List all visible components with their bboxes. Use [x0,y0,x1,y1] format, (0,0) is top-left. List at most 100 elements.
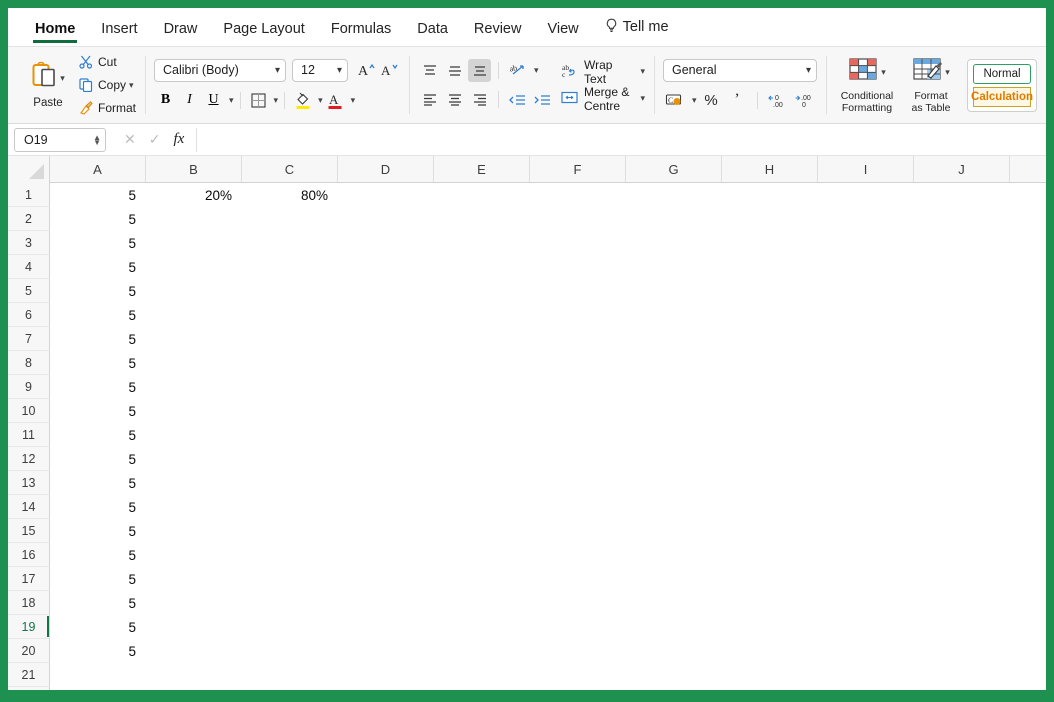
shrink-font-icon[interactable]: A [377,59,400,82]
cell-A4[interactable]: 5 [50,255,146,279]
row-header-2[interactable]: 2 [8,207,50,231]
cell-style-normal[interactable]: Normal [973,63,1031,84]
cell-H9[interactable] [722,375,818,399]
cell-A8[interactable]: 5 [50,351,146,375]
cell-H20[interactable] [722,639,818,663]
cell-H4[interactable] [722,255,818,279]
cell-F9[interactable] [530,375,626,399]
row-header-13[interactable]: 13 [8,471,50,495]
cell-E9[interactable] [434,375,530,399]
align-center-icon[interactable] [443,88,466,111]
cell-C12[interactable] [242,447,338,471]
cell-F12[interactable] [530,447,626,471]
underline-button[interactable]: U [202,89,225,112]
cell-E18[interactable] [434,591,530,615]
align-top-icon[interactable] [418,59,441,82]
cell-H13[interactable] [722,471,818,495]
cell-E7[interactable] [434,327,530,351]
cell-B13[interactable] [146,471,242,495]
cell-D1[interactable] [338,183,434,207]
cell-I13[interactable] [818,471,914,495]
column-header-D[interactable]: D [338,156,434,182]
row-header-12[interactable]: 12 [8,447,50,471]
row-header-4[interactable]: 4 [8,255,50,279]
merge-centre-button[interactable]: Merge & Centre ▾ [560,85,645,113]
row-header-20[interactable]: 20 [8,639,50,663]
cell-C6[interactable] [242,303,338,327]
fill-color-dropdown-caret-icon[interactable]: ▾ [318,95,323,106]
cell-G18[interactable] [626,591,722,615]
name-box[interactable]: O19 ▲ ▼ [14,127,106,152]
cell-G16[interactable] [626,543,722,567]
cell-C21[interactable] [242,663,338,687]
column-header-G[interactable]: G [626,156,722,182]
cell-D19[interactable] [338,615,434,639]
cell-C17[interactable] [242,567,338,591]
borders-icon[interactable] [247,89,270,112]
cell-I3[interactable] [818,231,914,255]
cell-J18[interactable] [914,591,1010,615]
cell-H8[interactable] [722,351,818,375]
cell-F1[interactable] [530,183,626,207]
cell-D12[interactable] [338,447,434,471]
cell-F5[interactable] [530,279,626,303]
cell-J20[interactable] [914,639,1010,663]
cell-B12[interactable] [146,447,242,471]
cell-A17[interactable]: 5 [50,567,146,591]
cell-C2[interactable] [242,207,338,231]
cell-D10[interactable] [338,399,434,423]
cell-C4[interactable] [242,255,338,279]
cell-A22[interactable] [50,687,146,690]
font-color-icon[interactable]: A [324,89,347,112]
cell-I2[interactable] [818,207,914,231]
cell-G8[interactable] [626,351,722,375]
cell-F22[interactable] [530,687,626,690]
cell-B18[interactable] [146,591,242,615]
ribbon-tab-formulas[interactable]: Formulas [318,21,404,46]
cell-A19[interactable]: 5 [50,615,146,639]
cell-A3[interactable]: 5 [50,231,146,255]
cell-A21[interactable] [50,663,146,687]
cell-G19[interactable] [626,615,722,639]
paste-dropdown-caret-icon[interactable]: ▾ [60,73,65,84]
cell-E2[interactable] [434,207,530,231]
font-color-dropdown-caret-icon[interactable]: ▾ [351,95,356,106]
cell-B1[interactable]: 20% [146,183,242,207]
row-header-8[interactable]: 8 [8,351,50,375]
cell-E13[interactable] [434,471,530,495]
wrap-text-button[interactable]: ab c Wrap Text ▾ [560,58,645,86]
cell-E6[interactable] [434,303,530,327]
cell-C10[interactable] [242,399,338,423]
fill-color-icon[interactable] [291,89,314,112]
confirm-check-icon[interactable]: ✓ [149,131,161,148]
cell-H3[interactable] [722,231,818,255]
cell-E17[interactable] [434,567,530,591]
cell-J13[interactable] [914,471,1010,495]
format-painter-button[interactable]: Format [76,98,136,119]
cell-I15[interactable] [818,519,914,543]
cell-G15[interactable] [626,519,722,543]
cell-E14[interactable] [434,495,530,519]
cell-G5[interactable] [626,279,722,303]
ribbon-tab-insert[interactable]: Insert [88,21,150,46]
cell-J22[interactable] [914,687,1010,690]
cell-H22[interactable] [722,687,818,690]
cell-A15[interactable]: 5 [50,519,146,543]
row-header-22[interactable]: 22 [8,687,50,690]
cell-G3[interactable] [626,231,722,255]
cell-J19[interactable] [914,615,1010,639]
column-header-B[interactable]: B [146,156,242,182]
cell-D5[interactable] [338,279,434,303]
cell-F4[interactable] [530,255,626,279]
cell-A7[interactable]: 5 [50,327,146,351]
cell-D21[interactable] [338,663,434,687]
ribbon-tab-draw[interactable]: Draw [151,21,211,46]
cell-C15[interactable] [242,519,338,543]
cell-I11[interactable] [818,423,914,447]
ribbon-tab-home[interactable]: Home [22,21,88,46]
cell-J8[interactable] [914,351,1010,375]
format-as-table-button[interactable]: ▾ Format as Table [899,57,963,114]
align-bottom-icon[interactable] [468,59,492,82]
cell-C11[interactable] [242,423,338,447]
cell-I18[interactable] [818,591,914,615]
